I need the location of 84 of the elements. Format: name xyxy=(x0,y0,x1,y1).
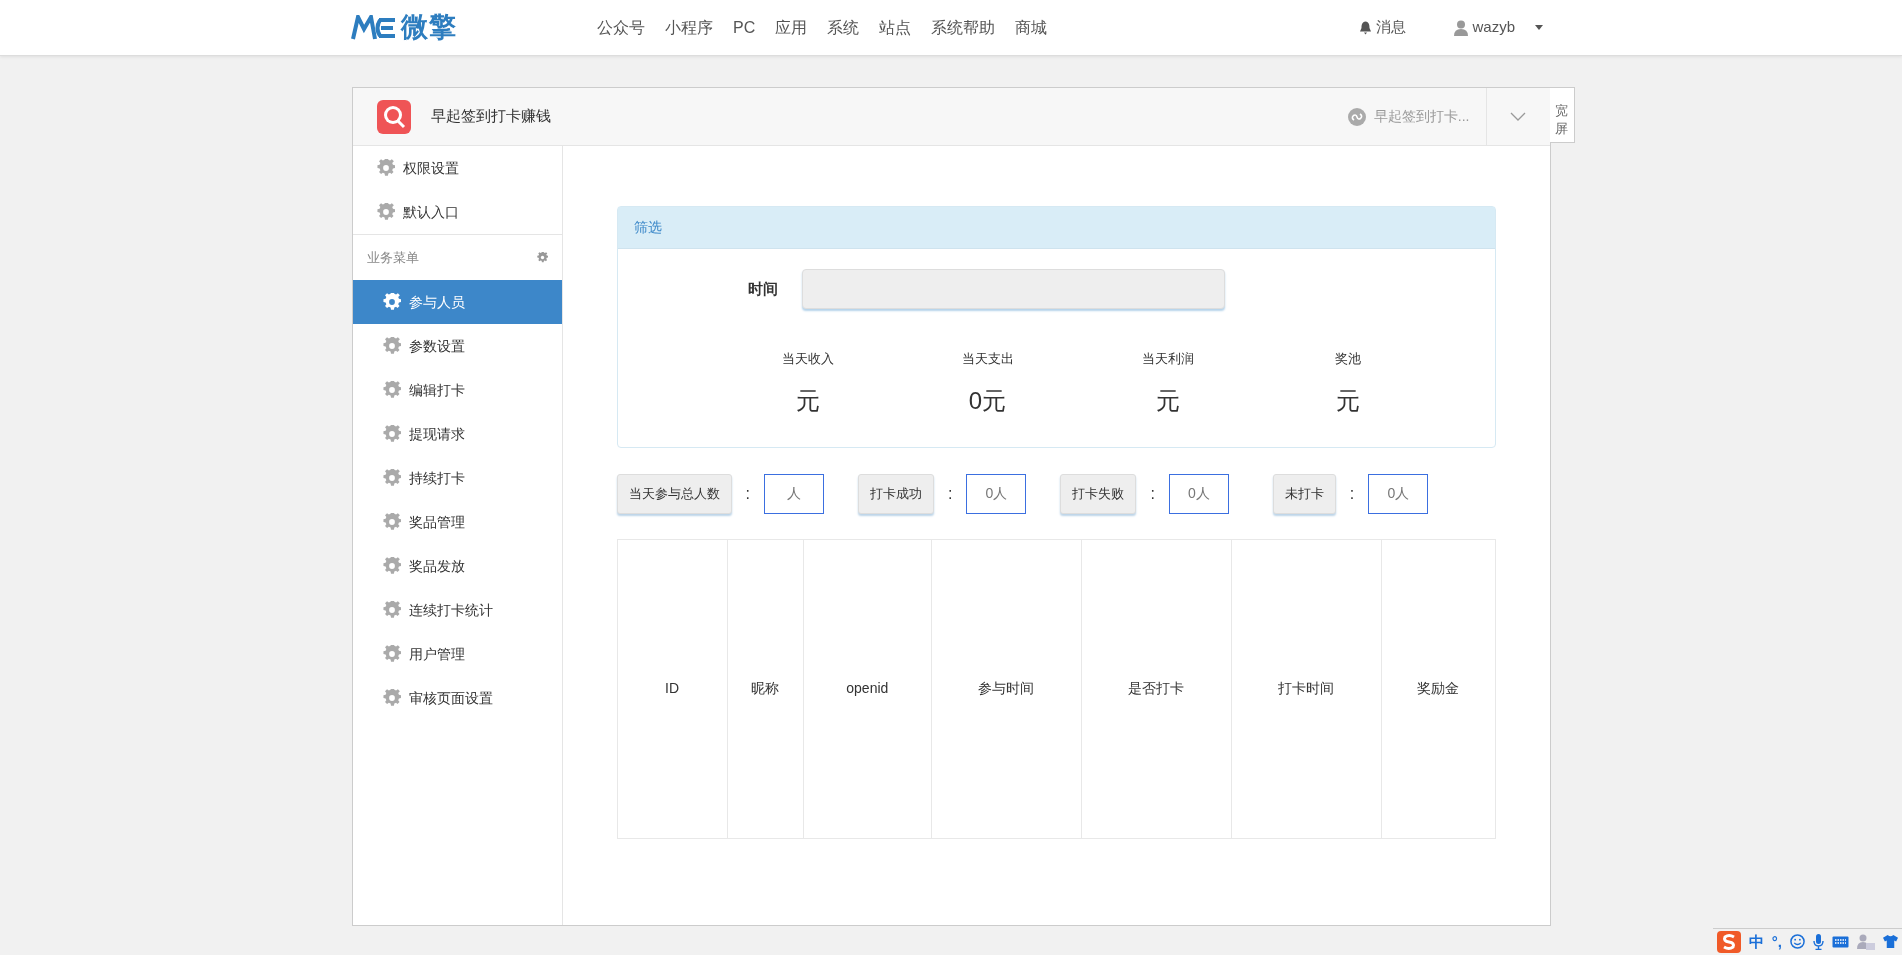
count-button[interactable]: 未打卡 xyxy=(1272,473,1336,514)
nav-link[interactable]: 应用 xyxy=(775,15,808,40)
count-field[interactable]: 0人 xyxy=(1168,473,1229,514)
ime-mode[interactable]: 中 xyxy=(1748,930,1764,953)
sidebar-item[interactable]: 奖品发放 xyxy=(352,544,562,588)
gear-icon xyxy=(382,337,401,355)
mini-program-name: 早起签到打卡... xyxy=(1373,107,1470,126)
stat-value: 元 xyxy=(1334,385,1361,416)
gear-icon xyxy=(382,645,401,663)
column-header: ID xyxy=(617,539,728,838)
count-button[interactable]: 当天参与总人数 xyxy=(616,473,732,514)
stat-label: 奖池 xyxy=(1333,350,1362,368)
filter-header: 筛选 xyxy=(617,207,1495,249)
count-field[interactable]: 人 xyxy=(763,473,824,514)
emoji-icon[interactable] xyxy=(1790,934,1805,950)
stat-value: 元 xyxy=(1154,385,1181,416)
sidebar-item[interactable]: 审核页面设置 xyxy=(352,676,562,720)
nav-link[interactable]: 公众号 xyxy=(597,15,645,40)
app-logo-icon xyxy=(376,99,411,134)
stat-label: 当天收入 xyxy=(780,350,835,368)
sidebar-item[interactable]: 参与人员 xyxy=(352,280,562,324)
nav-link[interactable]: PC xyxy=(733,15,756,40)
gear-icon xyxy=(382,513,401,531)
gear-icon xyxy=(382,601,401,619)
keyboard-icon[interactable] xyxy=(1832,935,1849,948)
nav-link[interactable]: 系统 xyxy=(827,15,860,40)
separator: : xyxy=(745,483,750,504)
stat-value: 元 xyxy=(794,385,821,416)
gear-icon xyxy=(382,425,401,443)
mini-program-icon xyxy=(1347,107,1366,126)
count-field[interactable]: 0人 xyxy=(1368,473,1429,514)
separator: : xyxy=(1150,483,1155,504)
user-menu[interactable]: wazyb xyxy=(1472,16,1515,39)
section-title: 业务菜单 xyxy=(366,248,419,267)
time-label: 时间 xyxy=(747,278,778,299)
sidebar-item[interactable]: 默认入口 xyxy=(352,190,562,234)
sidebar-item[interactable]: 奖品管理 xyxy=(352,500,562,544)
sidebar-item[interactable]: 用户管理 xyxy=(352,632,562,676)
column-header: 昵称 xyxy=(727,539,804,838)
sidebar-item[interactable]: 提现请求 xyxy=(352,412,562,456)
nav-link[interactable]: 系统帮助 xyxy=(931,15,996,40)
gear-icon xyxy=(382,381,401,399)
nav-link[interactable]: 小程序 xyxy=(665,15,713,40)
column-header: 参与时间 xyxy=(931,539,1082,838)
logo-text: 微擎 xyxy=(401,11,457,45)
ime-punctuation[interactable]: °, xyxy=(1771,930,1782,953)
sidebar-item[interactable]: 持续打卡 xyxy=(352,456,562,500)
column-header: 是否打卡 xyxy=(1081,539,1232,838)
gear-icon xyxy=(382,469,401,487)
settings-icon[interactable] xyxy=(536,252,548,263)
gear-icon xyxy=(376,159,395,177)
ime-logo-icon xyxy=(1716,930,1741,953)
count-field[interactable]: 0人 xyxy=(966,473,1027,514)
bell-icon xyxy=(1359,20,1373,35)
gear-icon xyxy=(382,689,401,707)
sidebar-item[interactable]: 参数设置 xyxy=(352,324,562,368)
stat-label: 当天支出 xyxy=(960,350,1015,368)
shirt-icon[interactable] xyxy=(1883,934,1898,950)
count-button[interactable]: 打卡失败 xyxy=(1060,473,1137,514)
column-header: 奖励金 xyxy=(1381,539,1495,838)
column-header: openid xyxy=(803,539,932,838)
nav-link[interactable]: 站点 xyxy=(879,15,912,40)
sidebar-item[interactable]: 编辑打卡 xyxy=(352,368,562,412)
stat-value: 0元 xyxy=(967,385,1008,416)
time-field[interactable] xyxy=(801,269,1225,309)
chevron-down-icon xyxy=(1510,112,1526,121)
stat-label: 当天利润 xyxy=(1140,350,1195,368)
microphone-icon[interactable] xyxy=(1813,933,1824,950)
caret-icon xyxy=(1535,25,1543,30)
app-title: 早起签到打卡赚钱 xyxy=(430,106,551,127)
separator: : xyxy=(1349,483,1355,504)
wide-screen-toggle[interactable]: 宽屏 xyxy=(1549,87,1575,144)
messages-link[interactable]: 消息 xyxy=(1376,16,1407,39)
user-icon xyxy=(1454,19,1469,36)
logo-icon xyxy=(351,14,397,41)
nav-link[interactable]: 商城 xyxy=(1015,15,1048,40)
sidebar-item[interactable]: 连续打卡统计 xyxy=(352,588,562,632)
sidebar-item[interactable]: 权限设置 xyxy=(352,146,562,190)
separator: : xyxy=(947,483,953,504)
gear-icon xyxy=(382,557,401,575)
gear-icon xyxy=(382,293,401,311)
count-button[interactable]: 打卡成功 xyxy=(857,473,934,514)
gear-icon xyxy=(376,203,395,221)
column-header: 打卡时间 xyxy=(1231,539,1382,838)
